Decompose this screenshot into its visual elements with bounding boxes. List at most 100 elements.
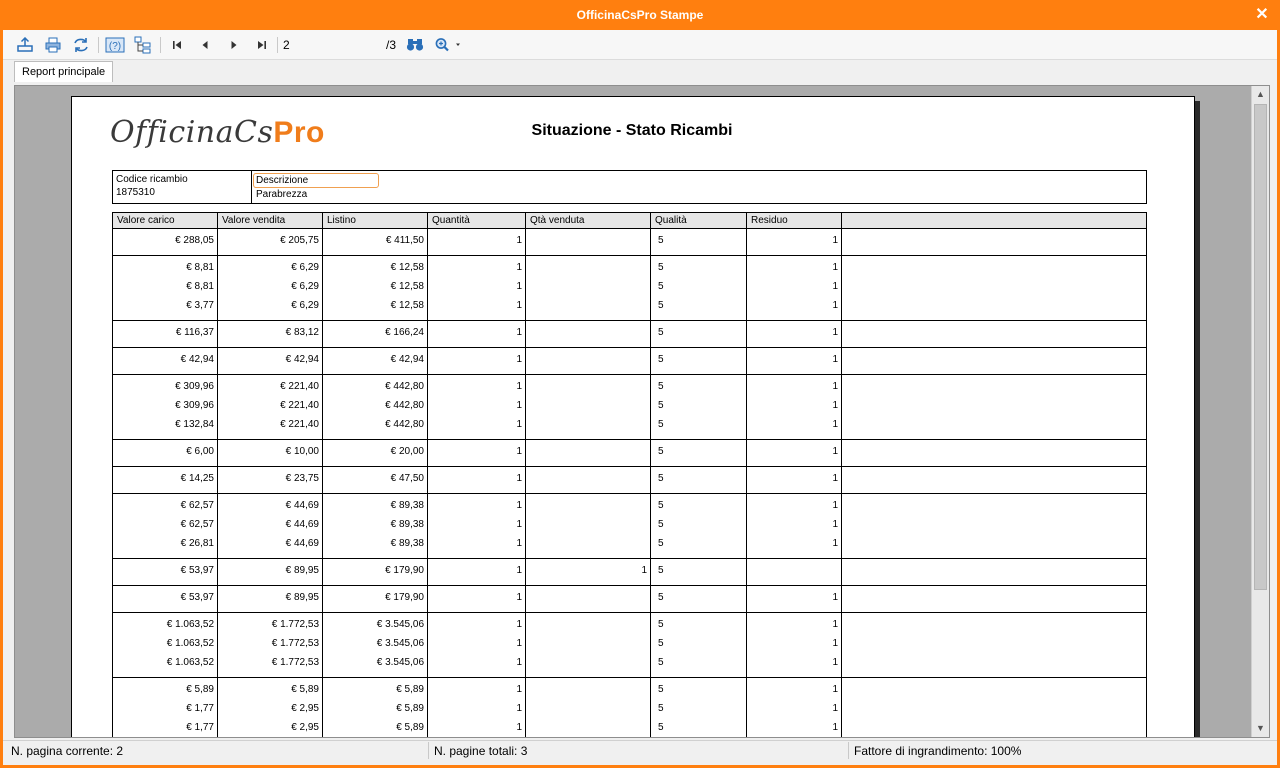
cell-residuo: 1 xyxy=(832,400,838,411)
cell-residuo: 1 xyxy=(832,381,838,392)
cell-valore-vendita: € 6,29 xyxy=(291,262,319,273)
row-group: € 62,57 € 44,69 € 89,38 1 5 1 € 62,57 € 44,69 € … xyxy=(112,494,1147,559)
column-header-listino: Listino xyxy=(327,215,356,226)
cell-valore-carico: € 116,37 xyxy=(175,327,214,338)
cell-valore-carico: € 53,97 xyxy=(180,592,214,603)
find-icon[interactable] xyxy=(405,36,425,54)
table-row: € 8,81 € 6,29 € 12,58 1 5 1 xyxy=(113,275,1146,294)
page-number-input[interactable] xyxy=(283,37,383,53)
cell-listino: € 179,90 xyxy=(385,592,424,603)
cell-valore-vendita: € 42,94 xyxy=(285,354,319,365)
export-icon[interactable] xyxy=(15,36,35,54)
help-icon[interactable]: (?) xyxy=(105,36,125,54)
cell-listino: € 5,89 xyxy=(396,703,424,714)
scroll-up-icon[interactable]: ▲ xyxy=(1252,86,1269,103)
cell-valore-carico: € 1,77 xyxy=(186,722,214,733)
column-divider xyxy=(217,586,218,612)
column-divider xyxy=(427,467,428,493)
column-divider xyxy=(650,229,651,255)
column-divider xyxy=(322,440,323,466)
last-page-icon[interactable] xyxy=(252,36,272,54)
cell-listino: € 411,50 xyxy=(385,235,424,246)
tree-icon[interactable] xyxy=(133,36,153,54)
cell-qta-venduta: 1 xyxy=(641,565,647,576)
cell-qualita: 5 xyxy=(658,565,664,576)
part-info-box: Codice ricambio 1875310 Descrizione Para… xyxy=(112,170,1147,204)
zoom-icon[interactable] xyxy=(433,36,465,54)
cell-valore-vendita: € 89,95 xyxy=(285,592,319,603)
column-divider xyxy=(841,229,842,255)
column-divider xyxy=(841,586,842,612)
cell-quantita: 1 xyxy=(516,473,522,484)
cell-qualita: 5 xyxy=(658,327,664,338)
column-divider xyxy=(525,586,526,612)
print-icon[interactable] xyxy=(43,36,63,54)
cell-valore-carico: € 309,96 xyxy=(175,400,214,411)
column-divider xyxy=(217,348,218,374)
column-divider xyxy=(427,559,428,585)
report-viewer[interactable]: OfficinaCsPro Situazione - Stato Ricambi… xyxy=(14,85,1270,738)
cell-residuo: 1 xyxy=(832,657,838,668)
part-code-cell: Codice ricambio 1875310 xyxy=(113,171,252,203)
cell-quantita: 1 xyxy=(516,262,522,273)
column-divider xyxy=(427,613,428,677)
cell-residuo: 1 xyxy=(832,500,838,511)
scroll-thumb[interactable] xyxy=(1254,104,1267,590)
cell-valore-carico: € 26,81 xyxy=(180,538,214,549)
column-divider xyxy=(650,613,651,677)
scroll-down-icon[interactable]: ▼ xyxy=(1252,720,1269,737)
cell-residuo: 1 xyxy=(832,684,838,695)
tab-report-principale[interactable]: Report principale xyxy=(14,61,114,82)
table-row: € 8,81 € 6,29 € 12,58 1 5 1 xyxy=(113,256,1146,275)
column-divider xyxy=(525,559,526,585)
first-page-icon[interactable] xyxy=(167,36,187,54)
prev-page-icon[interactable] xyxy=(195,36,215,54)
column-divider xyxy=(650,440,651,466)
cell-valore-carico: € 62,57 xyxy=(180,519,214,530)
column-divider xyxy=(650,494,651,558)
table-row: € 1.063,52 € 1.772,53 € 3.545,06 1 5 1 xyxy=(113,613,1146,632)
cell-valore-carico: € 1.063,52 xyxy=(166,638,214,649)
cell-quantita: 1 xyxy=(516,638,522,649)
cell-valore-vendita: € 44,69 xyxy=(285,500,319,511)
cell-quantita: 1 xyxy=(516,354,522,365)
cell-valore-vendita: € 5,89 xyxy=(291,684,319,695)
column-divider xyxy=(841,467,842,493)
report-title: Situazione - Stato Ricambi xyxy=(531,122,733,139)
close-icon[interactable]: ✕ xyxy=(1253,6,1271,24)
row-group: € 116,37 € 83,12 € 166,24 1 5 1 xyxy=(112,321,1147,348)
column-header-qta-venduta: Qtà venduta xyxy=(530,215,585,226)
toolbar-separator xyxy=(277,37,278,53)
report-page: OfficinaCsPro Situazione - Stato Ricambi… xyxy=(71,96,1195,737)
table-row: € 62,57 € 44,69 € 89,38 1 5 1 xyxy=(113,513,1146,532)
status-separator xyxy=(848,742,849,759)
cell-residuo: 1 xyxy=(832,473,838,484)
column-header-valore-carico: Valore carico xyxy=(117,215,175,226)
cell-valore-carico: € 8,81 xyxy=(186,262,214,273)
cell-listino: € 179,90 xyxy=(385,565,424,576)
column-divider xyxy=(322,467,323,493)
cell-residuo: 1 xyxy=(832,619,838,630)
table-row: € 14,25 € 23,75 € 47,50 1 5 1 xyxy=(113,467,1146,486)
cell-qualita: 5 xyxy=(658,354,664,365)
column-divider xyxy=(841,256,842,320)
status-zoom: Fattore di ingrandimento: 100% xyxy=(854,744,1022,758)
cell-valore-carico: € 309,96 xyxy=(175,381,214,392)
vertical-scrollbar[interactable]: ▲ ▼ xyxy=(1251,86,1269,737)
status-bar: N. pagina corrente: 2 N. pagine totali: … xyxy=(3,740,1277,759)
next-page-icon[interactable] xyxy=(224,36,244,54)
cell-valore-carico: € 53,97 xyxy=(180,565,214,576)
cell-valore-vendita: € 6,29 xyxy=(291,300,319,311)
cell-qualita: 5 xyxy=(658,703,664,714)
column-divider xyxy=(650,375,651,439)
refresh-icon[interactable] xyxy=(71,36,91,54)
cell-quantita: 1 xyxy=(516,592,522,603)
column-divider xyxy=(217,467,218,493)
cell-valore-carico: € 132,84 xyxy=(175,419,214,430)
cell-qualita: 5 xyxy=(658,235,664,246)
row-group: € 6,00 € 10,00 € 20,00 1 5 1 xyxy=(112,440,1147,467)
column-divider xyxy=(525,678,526,737)
cell-valore-vendita: € 6,29 xyxy=(291,281,319,292)
column-divider xyxy=(322,256,323,320)
cell-residuo: 1 xyxy=(832,592,838,603)
